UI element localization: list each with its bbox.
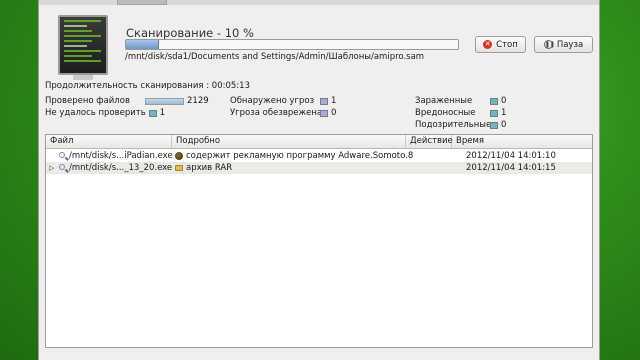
infected-value: 0 (501, 96, 507, 106)
magnifier-icon (59, 152, 65, 158)
stat-checked-value: 2129 (145, 96, 209, 106)
neutralized-swatch (320, 109, 328, 117)
detected-label: Обнаружено угроз (230, 96, 315, 106)
column-header-file[interactable]: Файл (46, 135, 172, 148)
neutralized-label: Угроза обезврежена (230, 108, 323, 118)
column-header-action[interactable]: Действие (406, 135, 453, 148)
malicious-swatch (490, 109, 498, 117)
stat-suspicious-value: 0 (490, 120, 506, 130)
detected-value: 1 (331, 96, 337, 106)
stat-malicious: Вредоносные (415, 108, 475, 118)
failed-label: Не удалось проверить (45, 108, 146, 118)
row-file: /mnt/disk/s...iPadian.exe (69, 151, 173, 161)
stat-infected: Зараженные (415, 96, 472, 106)
stat-malicious-value: 1 (490, 108, 506, 118)
stop-icon: ✕ (483, 40, 493, 49)
row-file: /mnt/disk/s..._13_20.exe (69, 163, 173, 173)
infected-label: Зараженные (415, 96, 473, 106)
monitor-stand (73, 75, 93, 80)
stat-neutralized-value: 0 (320, 108, 336, 118)
scan-duration: Продолжительность сканирования : 00:05:1… (45, 81, 250, 91)
duration-label: Продолжительность сканирования (45, 81, 204, 91)
magnifier-icon (59, 164, 65, 170)
pause-button-label: Пауза (556, 39, 584, 50)
top-tab[interactable] (117, 0, 167, 5)
stat-checked: Проверено файлов (45, 96, 130, 106)
failed-swatch (148, 109, 157, 117)
stat-infected-value: 0 (490, 96, 506, 106)
table-row[interactable]: /mnt/disk/s...iPadian.exe содержит рекла… (46, 150, 592, 162)
row-time: 2012/11/04 14:01:10 (466, 151, 556, 161)
neutralized-value: 0 (331, 108, 337, 118)
malicious-value: 1 (501, 108, 507, 118)
row-detail: содержит рекламную программу Adware.Somo… (186, 151, 414, 161)
suspicious-label: Подозрительные (415, 120, 492, 130)
expand-arrow-icon[interactable]: ▷ (49, 162, 54, 174)
failed-value: 1 (159, 108, 166, 118)
threats-table: Файл Подробно Действие Время /mnt/disk/s… (45, 134, 593, 348)
pause-icon: ❚❚ (543, 40, 555, 49)
infected-swatch (490, 97, 498, 105)
folder-icon (175, 165, 183, 171)
row-time: 2012/11/04 14:01:15 (466, 163, 556, 173)
checked-value: 2129 (187, 96, 209, 106)
malicious-label: Вредоносные (415, 108, 476, 118)
stat-failed: Не удалось проверить 1 (45, 108, 165, 118)
bug-icon (175, 152, 183, 160)
stat-neutralized: Угроза обезврежена (230, 108, 322, 118)
detected-swatch (320, 97, 328, 105)
table-row[interactable]: ▷ /mnt/disk/s..._13_20.exe архив RAR 201… (46, 162, 592, 174)
progress-fill (126, 40, 160, 49)
column-header-time[interactable]: Время (452, 135, 593, 148)
suspicious-swatch (490, 121, 498, 129)
duration-value: 00:05:13 (211, 81, 250, 91)
checked-bar (145, 97, 184, 105)
column-header-detail[interactable]: Подробно (172, 135, 406, 148)
checked-label: Проверено файлов (45, 96, 130, 106)
monitor-logo-icon (58, 15, 108, 75)
scan-title: Сканирование - 10 % (126, 26, 254, 40)
current-file-path: /mnt/disk/sda1/Documents and Settings/Ad… (125, 52, 425, 62)
scan-progress-bar (125, 39, 459, 50)
stop-button-label: Стоп (496, 39, 518, 50)
stat-suspicious: Подозрительные (415, 120, 491, 130)
suspicious-value: 0 (501, 120, 507, 130)
stat-detected: Обнаружено угроз (230, 96, 314, 106)
stop-button[interactable]: ✕ Стоп (475, 36, 526, 53)
table-header: Файл Подробно Действие Время (46, 135, 592, 149)
scanner-window: Сканирование - 10 % /mnt/disk/sda1/Docum… (38, 0, 600, 360)
pause-button[interactable]: ❚❚ Пауза (534, 36, 593, 53)
row-detail: архив RAR (186, 163, 233, 173)
stat-detected-value: 1 (320, 96, 336, 106)
